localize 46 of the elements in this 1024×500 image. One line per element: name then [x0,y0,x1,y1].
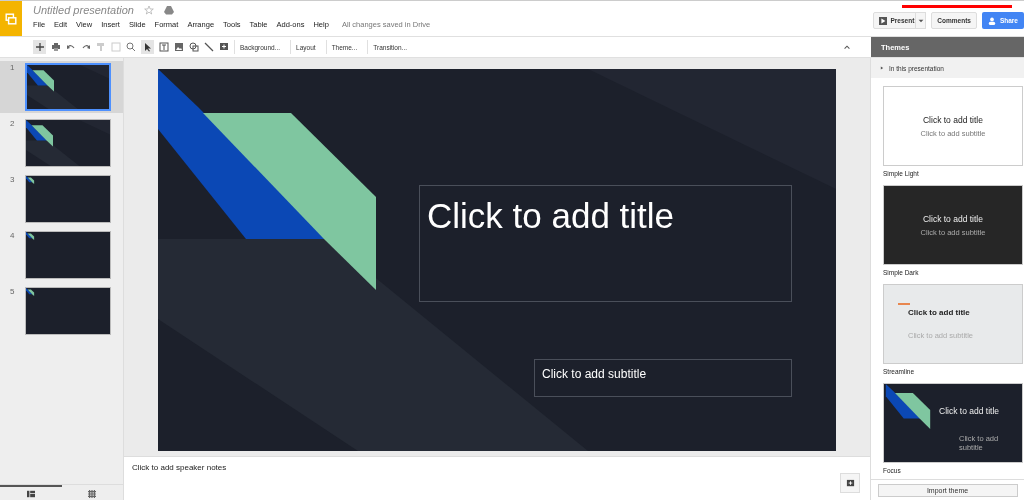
shape-icon [189,42,199,52]
image-icon [174,42,184,52]
text-box-icon [159,42,169,52]
drive-icon [163,5,174,15]
undo-icon [66,42,76,52]
zoom-icon [126,42,136,52]
plus-icon [34,42,45,52]
subtitle-placeholder[interactable]: Click to add subtitle [534,359,792,397]
filmstrip-view-tab[interactable] [0,485,62,500]
diagonal-stripe [79,120,110,135]
fit-icon [111,42,121,52]
line-icon [204,42,214,52]
paint-format-icon [96,42,106,52]
redo-icon [81,42,91,52]
caret-icon [917,17,924,24]
theme-title-text: Click to add title [907,308,970,317]
ribbon-drawing [26,176,35,184]
grid-icon [88,489,97,498]
theme-title-text: Click to add title [923,114,983,125]
diagonal-stripe [26,140,80,166]
slide-thumbnail[interactable]: 1 [0,61,123,113]
comment-icon [219,42,229,52]
person-icon [987,16,996,25]
add-comment-button[interactable] [840,473,860,493]
list-view-icon [26,489,35,498]
star-icon [143,5,154,15]
comment-plus-icon [845,478,855,488]
ribbon-drawing [27,65,54,92]
diagonal-stripe [80,65,109,80]
document-title[interactable]: Untitled presentation [33,4,134,16]
theme-artwork-drawing [884,384,932,429]
cursor-icon [142,42,153,52]
theme-title-text: Click to add title [939,406,999,416]
theme-title-text: Click to add title [923,213,983,224]
play-icon [879,16,888,25]
speaker-notes-placeholder[interactable]: Click to add speaker notes [132,463,227,500]
ribbon-drawing [26,120,53,147]
triangle-icon [880,66,884,70]
chevron-up-icon [843,43,851,51]
title-placeholder[interactable]: Click to add title [419,185,792,302]
ribbon-drawing [26,288,35,296]
print-icon [51,42,61,52]
present-menu-button[interactable] [915,12,927,29]
accent-line-icon [898,303,910,305]
ribbon-drawing [26,232,35,240]
slides-logo-icon [5,12,17,25]
